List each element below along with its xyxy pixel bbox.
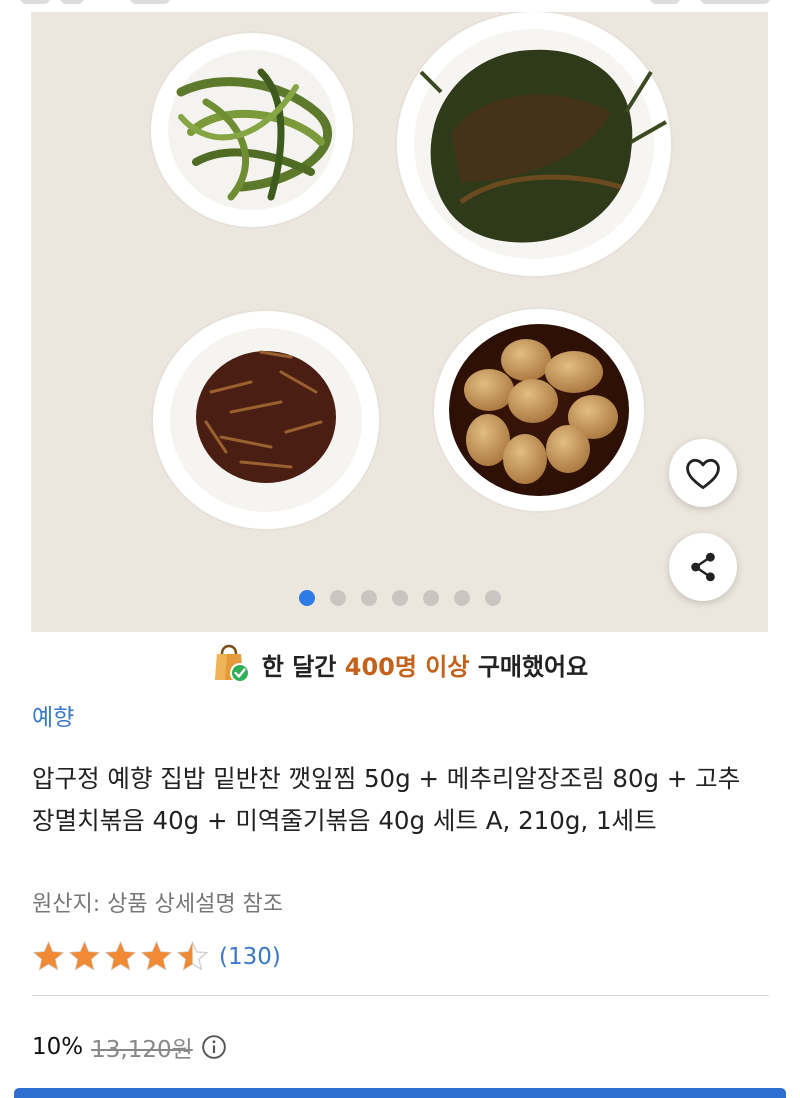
review-count[interactable]: (130) xyxy=(219,944,281,970)
status-bar xyxy=(0,0,800,12)
price-row: 10% 13,120원 xyxy=(32,1030,227,1064)
gallery-dot[interactable] xyxy=(329,590,346,606)
product-title: 압구정 예향 집밥 밑반찬 깻잎찜 50g + 메추리알장조림 80g + 고추… xyxy=(32,764,741,835)
product-image-gallery[interactable] xyxy=(31,12,768,632)
purchase-count-suffix: 구매했어요 xyxy=(477,652,589,681)
favorite-button[interactable] xyxy=(669,439,737,507)
divider xyxy=(32,995,769,996)
heart-icon xyxy=(686,458,720,490)
purchase-count-banner: 한 달간 400명 이상 구매했어요 xyxy=(0,640,800,688)
gallery-dot[interactable] xyxy=(360,590,377,606)
brand-link[interactable]: 예향 xyxy=(32,698,74,732)
shopping-bag-check-icon xyxy=(214,644,250,683)
rating[interactable]: (130) xyxy=(32,940,281,973)
origin-info: 원산지: 상품 상세설명 참조 xyxy=(32,892,284,917)
gallery-dot[interactable] xyxy=(422,590,439,606)
product-photo xyxy=(149,12,673,531)
discount-rate: 10% xyxy=(32,1034,84,1060)
star-icon xyxy=(176,940,209,971)
original-price: 13,120원 xyxy=(91,1037,193,1063)
gallery-dot[interactable] xyxy=(391,590,408,606)
star-icon xyxy=(32,940,65,971)
gallery-dot[interactable] xyxy=(298,590,315,606)
gallery-dot[interactable] xyxy=(484,590,501,606)
purchase-count-prefix: 한 달간 xyxy=(261,652,337,681)
bottom-action-bar[interactable] xyxy=(14,1088,786,1098)
purchase-count-highlight: 400명 이상 xyxy=(344,652,470,681)
rating-stars xyxy=(32,940,209,973)
star-icon xyxy=(68,940,101,971)
star-icon xyxy=(104,940,137,971)
gallery-pagination xyxy=(31,590,768,606)
info-icon[interactable] xyxy=(201,1034,227,1060)
share-icon xyxy=(691,552,715,582)
star-icon xyxy=(140,940,173,971)
gallery-dot[interactable] xyxy=(453,590,470,606)
